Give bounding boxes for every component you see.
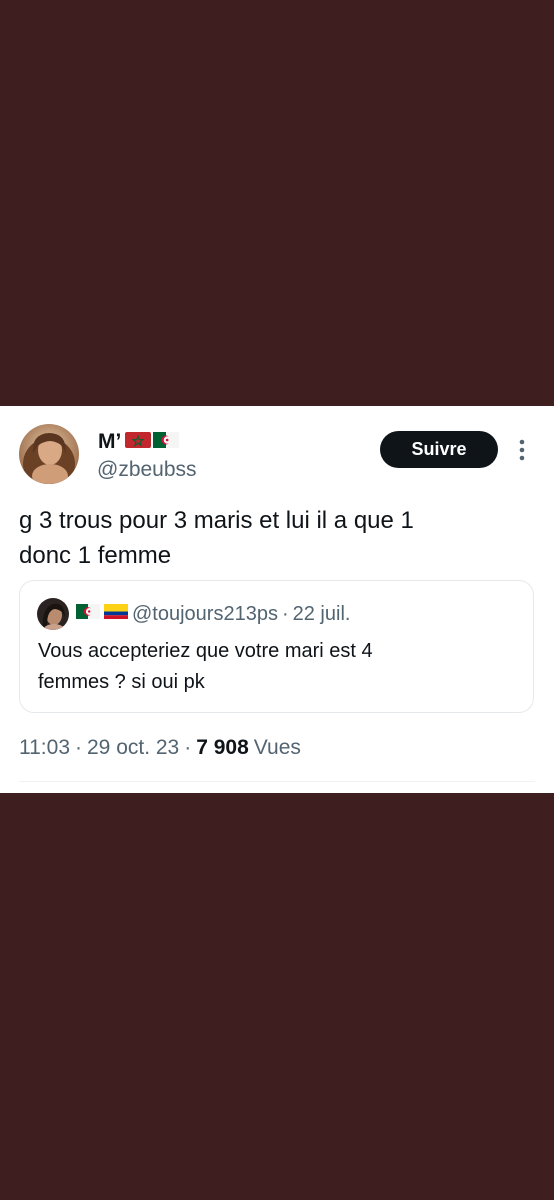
- separator: ·: [281, 602, 289, 625]
- algeria-flag-icon: [153, 431, 180, 454]
- quoted-handle[interactable]: @toujours213ps: [132, 603, 278, 626]
- views-count[interactable]: 7 908: [196, 736, 249, 760]
- quoted-text: Vous accepteriez que votre mari est 4 fe…: [38, 636, 373, 698]
- vertical-ellipsis-icon[interactable]: [514, 437, 530, 463]
- views-label[interactable]: Vues: [254, 736, 301, 760]
- author-name-row[interactable]: M’: [98, 430, 180, 454]
- quoted-header: @toujours213ps · 22 juil.: [76, 601, 350, 627]
- separator: ·: [184, 736, 192, 759]
- colombia-flag-icon: [104, 603, 128, 625]
- follow-button[interactable]: Suivre: [380, 431, 498, 468]
- tweet-text-line: donc 1 femme: [19, 542, 172, 569]
- tweet-text-line: g 3 trous pour 3 maris et lui il a que 1: [19, 507, 414, 534]
- author-name[interactable]: M’: [98, 430, 121, 454]
- separator: ·: [75, 736, 82, 759]
- tweet-text: g 3 trous pour 3 maris et lui il a que 1…: [19, 503, 535, 573]
- quoted-tweet[interactable]: @toujours213ps · 22 juil. Vous accepteri…: [19, 580, 534, 713]
- quoted-text-line: femmes ? si oui pk: [38, 671, 205, 693]
- tweet-meta: 11:03 · 29 oct. 23 · 7 908 Vues: [19, 736, 301, 760]
- divider: [19, 781, 535, 782]
- algeria-flag-icon: [76, 603, 100, 625]
- author-avatar[interactable]: [19, 424, 79, 484]
- tweet-time[interactable]: 11:03: [19, 736, 70, 760]
- author-handle[interactable]: @zbeubss: [97, 458, 197, 482]
- tweet-date[interactable]: 29 oct. 23: [87, 736, 179, 760]
- morocco-flag-icon: [125, 431, 152, 454]
- quoted-text-line: Vous accepteriez que votre mari est 4: [38, 640, 373, 662]
- quoted-author-avatar[interactable]: [37, 598, 69, 630]
- quoted-date[interactable]: 22 juil.: [293, 603, 351, 626]
